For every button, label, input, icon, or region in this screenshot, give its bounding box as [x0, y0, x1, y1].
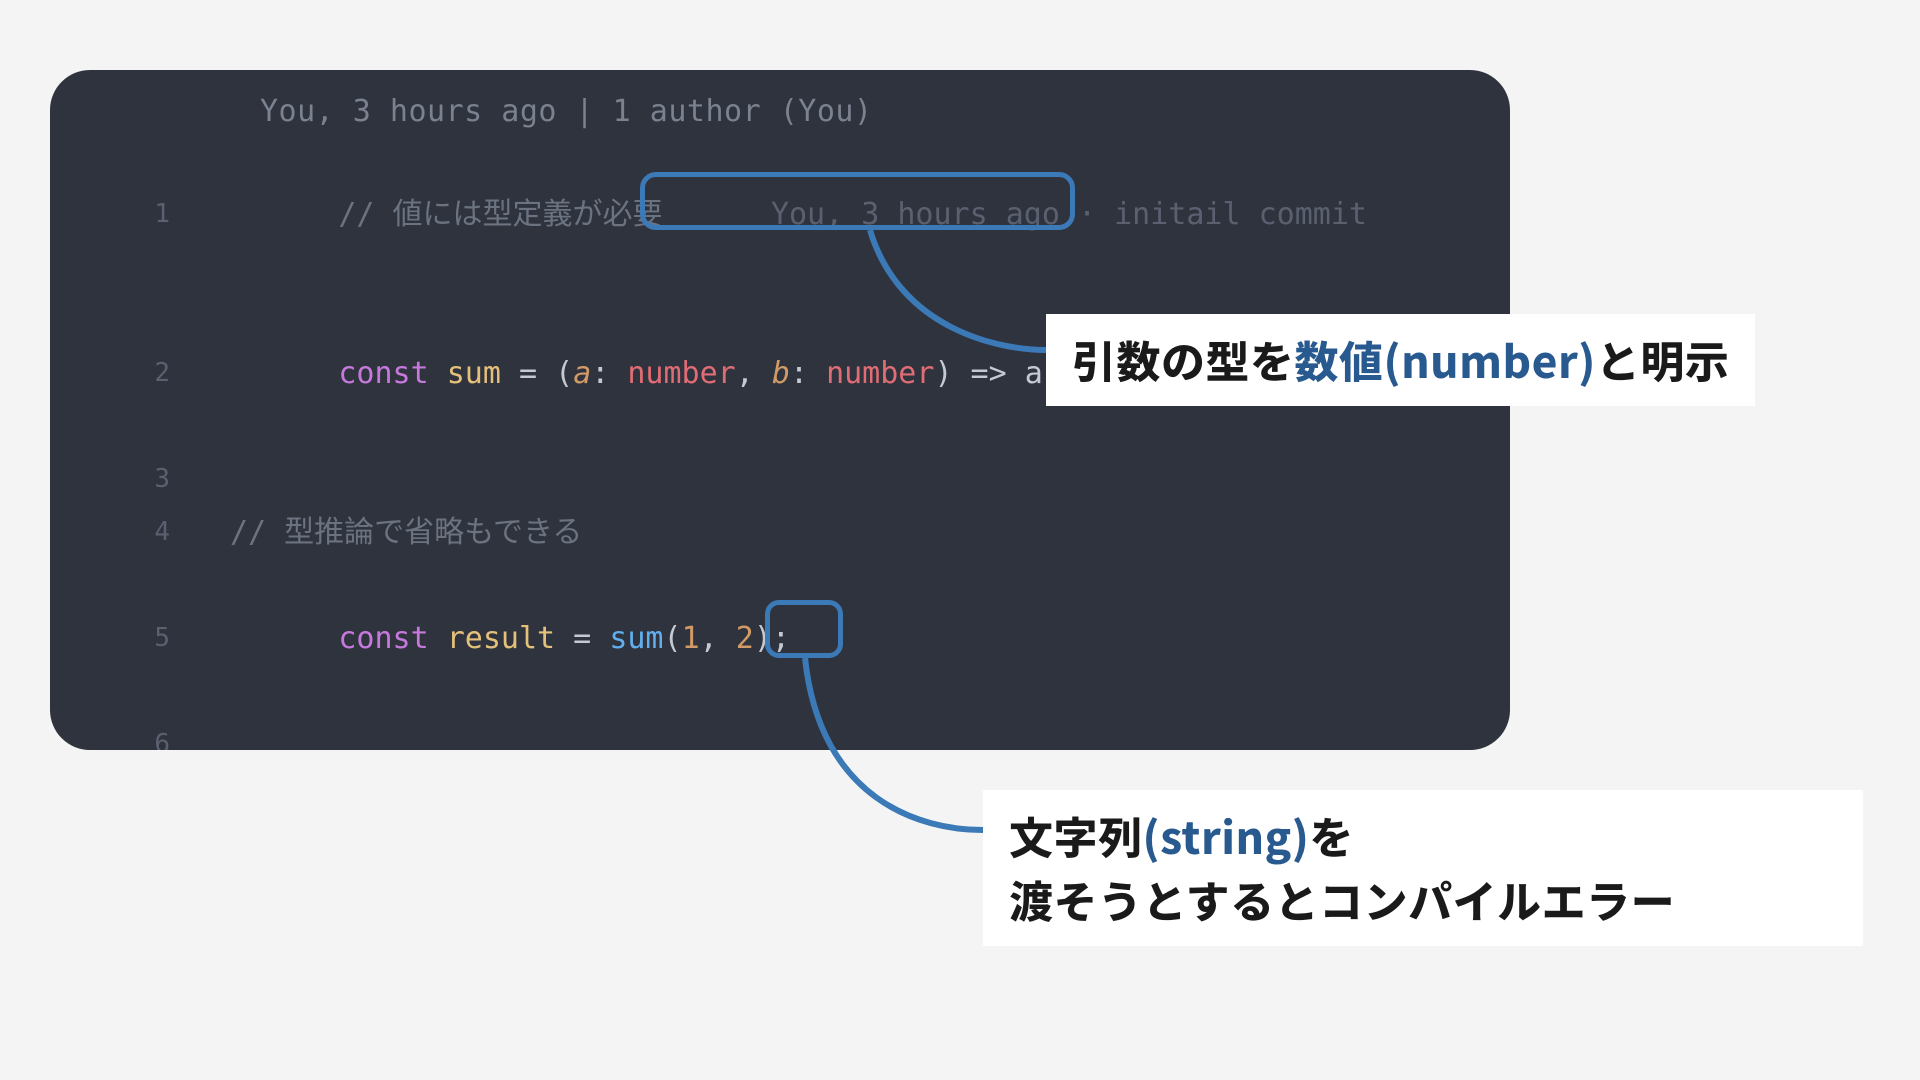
- code-editor: You, 3 hours ago | 1 author (You) 1 // 値…: [50, 70, 1510, 750]
- param: b: [772, 356, 790, 391]
- identifier: sum: [447, 356, 501, 391]
- line-number: 6: [50, 718, 230, 750]
- punct: );: [754, 621, 790, 656]
- callout-text: と明示: [1596, 327, 1730, 391]
- number: 1: [682, 621, 700, 656]
- function-call: sum: [609, 621, 663, 656]
- code-line: 1 // 値には型定義が必要 You, 3 hours ago · initai…: [50, 135, 1510, 294]
- param: a: [573, 356, 591, 391]
- comment: // 型推論で省略もできる: [230, 515, 582, 550]
- callout-param-type: 引数の型を数値(number)と明示: [1046, 314, 1755, 406]
- number: 2: [736, 621, 754, 656]
- callout-text: を: [1309, 803, 1354, 867]
- line-number: 1: [50, 188, 230, 241]
- line-number: 5: [50, 612, 230, 665]
- git-blame-header: You, 3 hours ago | 1 author (You): [260, 94, 1510, 129]
- identifier: result: [447, 621, 555, 656]
- inline-blame: You, 3 hours ago · initail commit: [771, 197, 1367, 232]
- code-line: 3: [50, 453, 1510, 506]
- punct: (: [664, 621, 682, 656]
- code-line: 6: [50, 718, 1510, 750]
- punct: ,: [700, 621, 736, 656]
- callout-accent: 数値(number): [1295, 327, 1596, 391]
- comment: // 値には型定義が必要: [338, 197, 662, 232]
- keyword: const: [338, 621, 428, 656]
- callout-compile-error: 文字列(string)を 渡そうとするとコンパイルエラー: [983, 790, 1863, 946]
- callout-text: 渡そうとするとコンパイルエラー: [1009, 867, 1675, 931]
- line-number: 4: [50, 506, 230, 559]
- line-number: 2: [50, 347, 230, 400]
- code-line: 4 // 型推論で省略もできる: [50, 506, 1510, 559]
- callout-text: 文字列: [1009, 803, 1143, 867]
- keyword: const: [338, 356, 428, 391]
- line-number: 3: [50, 453, 230, 506]
- callout-accent: (string): [1143, 803, 1310, 867]
- type: number: [627, 356, 735, 391]
- type: number: [826, 356, 934, 391]
- callout-text: 引数の型を: [1072, 327, 1295, 391]
- code-line: 5 const result = sum(1, 2);: [50, 559, 1510, 718]
